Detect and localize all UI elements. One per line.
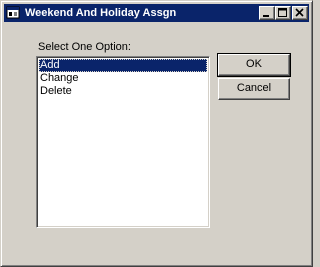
ok-button[interactable]: OK — [217, 53, 291, 77]
close-button[interactable] — [292, 6, 308, 20]
minimize-button[interactable] — [259, 6, 275, 20]
maximize-button[interactable] — [275, 6, 291, 20]
options-listbox[interactable]: Add Change Delete — [36, 56, 210, 228]
minimize-icon — [263, 15, 269, 17]
close-icon — [295, 8, 304, 17]
list-item-delete[interactable]: Delete — [39, 85, 207, 98]
dialog-window: Weekend And Holiday Assgn Select One Opt… — [0, 0, 313, 267]
list-item-change[interactable]: Change — [39, 72, 207, 85]
select-option-label: Select One Option: — [38, 41, 131, 53]
cancel-button[interactable]: Cancel — [218, 78, 290, 100]
maximize-icon — [278, 8, 287, 17]
title-bar[interactable]: Weekend And Holiday Assgn — [4, 4, 309, 22]
list-item-add[interactable]: Add — [39, 59, 207, 72]
app-window-icon — [6, 5, 22, 21]
window-title: Weekend And Holiday Assgn — [25, 7, 177, 19]
